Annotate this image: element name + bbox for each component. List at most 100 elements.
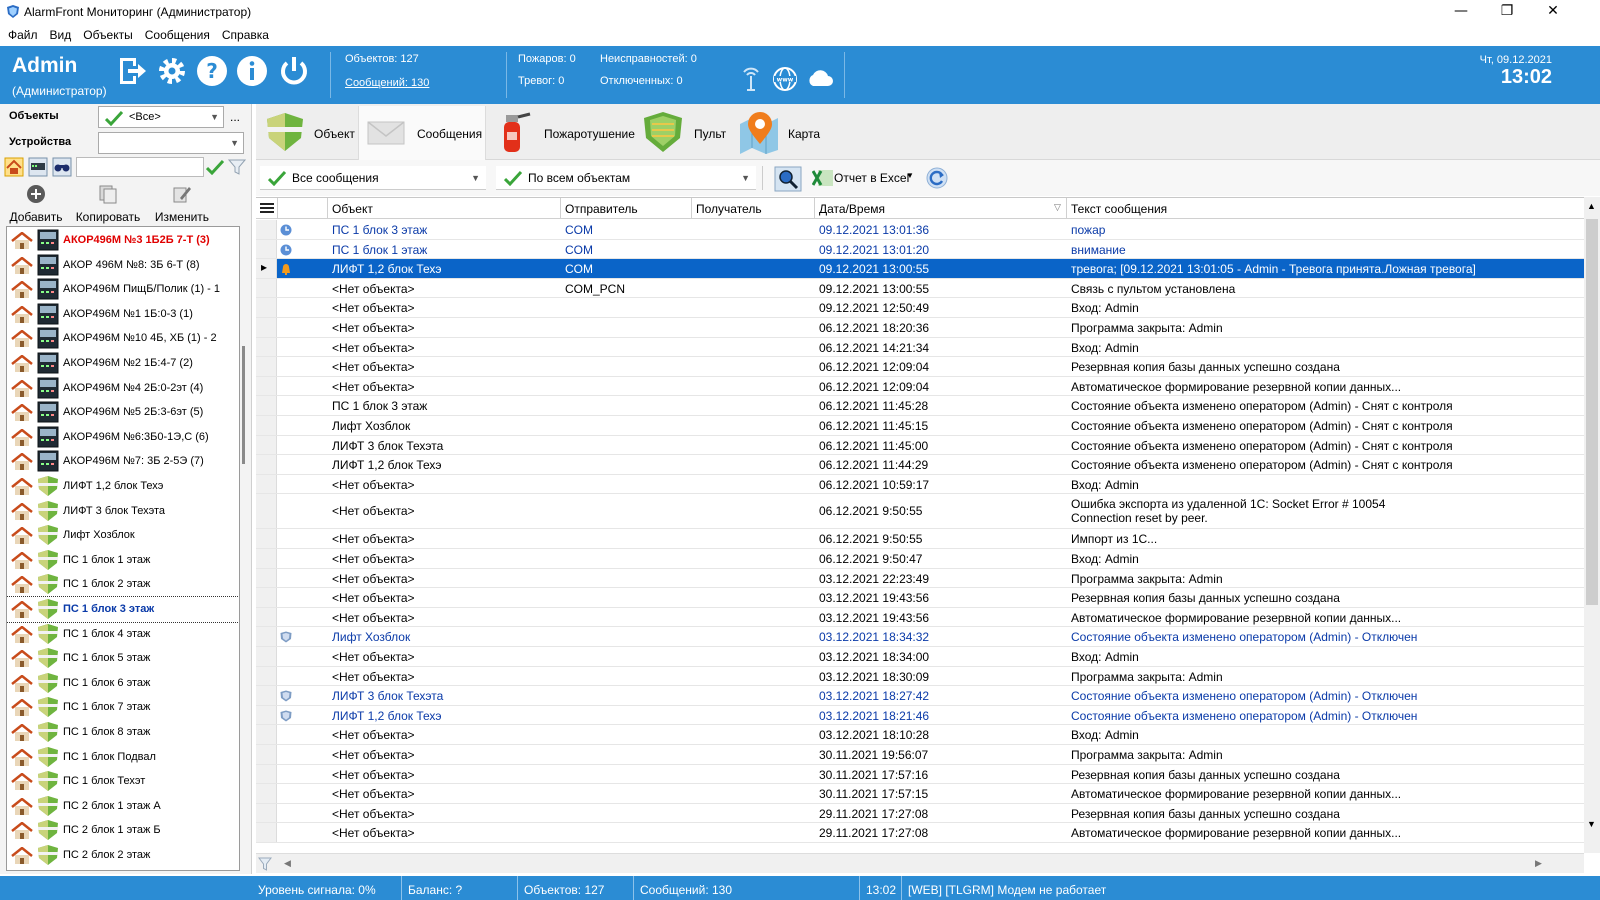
menu-objects[interactable]: Объекты: [75, 24, 137, 42]
tree-item[interactable]: ПС 1 блок Техэт: [7, 769, 239, 794]
edit-button[interactable]: Изменить: [150, 184, 214, 224]
menu-messages[interactable]: Сообщения: [137, 24, 214, 42]
funnel-icon[interactable]: [228, 159, 246, 175]
column-sender[interactable]: Отправитель: [565, 202, 638, 216]
menu-file[interactable]: Файл: [0, 24, 42, 42]
column-chooser-icon[interactable]: [260, 203, 274, 213]
tree-item[interactable]: ЛИФТ 3 блок Техэта: [7, 499, 239, 524]
table-row[interactable]: <Нет объекта> 06.12.2021 10:59:17 Вход: Ad…: [256, 474, 1584, 495]
table-row[interactable]: <Нет объекта> 29.11.2021 17:27:08 Автомати…: [256, 823, 1584, 843]
table-row[interactable]: ▸ ЛИФТ 1,2 блок Техэ COM 09.12.2021 13:00:5…: [256, 259, 1584, 279]
search-icon[interactable]: [774, 166, 802, 192]
column-recipient[interactable]: Получатель: [696, 202, 762, 216]
table-row[interactable]: ПС 1 блок 3 этаж 06.12.2021 11:45:28 Состо…: [256, 396, 1584, 416]
table-row[interactable]: ПС 1 блок 3 этаж COM 09.12.2021 13:01:36 по…: [256, 220, 1584, 240]
scroll-left-icon[interactable]: ◀: [284, 858, 291, 869]
table-row[interactable]: ПС 1 блок 1 этаж COM 09.12.2021 13:01:20 вн…: [256, 239, 1584, 260]
tab-map[interactable]: Карта: [732, 106, 826, 158]
help-icon[interactable]: ?: [196, 54, 228, 88]
column-message-text[interactable]: Текст сообщения: [1071, 202, 1167, 216]
table-row[interactable]: <Нет объекта> 06.12.2021 9:50:47 Вход: Adm…: [256, 549, 1584, 569]
table-row[interactable]: <Нет объекта> 09.12.2021 12:50:49 Вход: Ad…: [256, 298, 1584, 318]
column-datetime[interactable]: Дата/Время: [819, 202, 885, 216]
tree-item[interactable]: ПС 1 блок Подвал: [7, 745, 239, 770]
table-row[interactable]: <Нет объекта> 30.11.2021 17:57:16 Резервна…: [256, 764, 1584, 785]
scroll-thumb[interactable]: [1586, 219, 1598, 605]
table-row[interactable]: <Нет объекта> 30.11.2021 19:56:07 Программ…: [256, 745, 1584, 765]
tree-item[interactable]: ПС 1 блок 8 этаж: [7, 720, 239, 745]
objects-more-button[interactable]: ...: [230, 110, 240, 124]
excel-report-button[interactable]: Отчет в Excel ▼: [808, 166, 916, 190]
tree-search-input[interactable]: [76, 157, 204, 177]
tree-item[interactable]: ПС 2 блок 1 этаж Б: [7, 818, 239, 843]
table-row[interactable]: <Нет объекта> 06.12.2021 14:21:34 Вход: Ad…: [256, 337, 1584, 358]
scroll-up-icon[interactable]: ▲: [1587, 201, 1596, 211]
object-scope-filter[interactable]: По всем объектам ▼: [496, 166, 756, 190]
tab-object[interactable]: Объект: [258, 106, 358, 158]
table-row[interactable]: <Нет объекта> 06.12.2021 12:09:04 Резервна…: [256, 357, 1584, 377]
logout-icon[interactable]: [116, 54, 148, 88]
table-row[interactable]: <Нет объекта> 06.12.2021 12:09:04 Автомати…: [256, 376, 1584, 397]
tree-item[interactable]: АКОР 496М №8: 3Б 6-Т (8): [7, 253, 239, 278]
tree-item[interactable]: АКОР496М №10 4Б, ХБ (1) - 2: [7, 326, 239, 351]
tree-scrollbar[interactable]: [242, 346, 245, 464]
table-row[interactable]: <Нет объекта> 03.12.2021 22:23:49 Программ…: [256, 568, 1584, 589]
tree-item[interactable]: АКОР496М №7: 3Б 2-5Э (7): [7, 449, 239, 474]
table-row[interactable]: Лифт Хозблок 06.12.2021 11:45:15 Состояние…: [256, 416, 1584, 436]
table-row[interactable]: ЛИФТ 1,2 блок Техэ 06.12.2021 11:44:29 Сос…: [256, 455, 1584, 475]
tree-item[interactable]: ПС 2 блок 1 этаж А: [7, 794, 239, 819]
tree-item[interactable]: ПС 1 блок 1 этаж: [7, 548, 239, 573]
copy-button[interactable]: Копировать: [74, 184, 142, 224]
close-button[interactable]: ✕: [1530, 0, 1576, 24]
devices-filter-combo[interactable]: ▼: [98, 132, 244, 154]
tree-item[interactable]: АКОР496М №1 1Б:0-3 (1): [7, 302, 239, 327]
maximize-button[interactable]: ❐: [1484, 0, 1530, 24]
message-type-filter[interactable]: Все сообщения ▼: [260, 166, 486, 190]
table-row[interactable]: <Нет объекта> 06.12.2021 9:50:55 Импорт из…: [256, 529, 1584, 549]
tree-item[interactable]: ПС 1 блок 3 этаж: [7, 596, 239, 623]
table-row[interactable]: <Нет объекта> 06.12.2021 18:20:36 Программ…: [256, 318, 1584, 338]
table-row[interactable]: <Нет объекта> 03.12.2021 18:34:00 Вход: Ad…: [256, 647, 1584, 667]
minimize-button[interactable]: —: [1438, 0, 1484, 24]
tree-item[interactable]: АКОР496М №5 2Б:3-6эт (5): [7, 400, 239, 425]
column-object[interactable]: Объект: [332, 202, 373, 216]
table-row[interactable]: ЛИФТ 3 блок Техэта 03.12.2021 18:27:42 Сос…: [256, 686, 1584, 706]
tree-item[interactable]: ПС 1 блок 5 этаж: [7, 646, 239, 671]
menu-view[interactable]: Вид: [42, 24, 76, 42]
table-row[interactable]: <Нет объекта> 06.12.2021 9:50:55 Ошибка эк…: [256, 494, 1584, 530]
tree-item[interactable]: Лифт Хозблок: [7, 523, 239, 548]
tree-item[interactable]: ПС 1 блок 4 этаж: [7, 622, 239, 647]
gear-icon[interactable]: [156, 54, 188, 88]
tab-fire-extinguishing[interactable]: Пожаротушение: [488, 106, 636, 158]
tree-item[interactable]: АКОР496М №3 1Б2Б 7-Т (3): [7, 228, 239, 253]
table-row[interactable]: <Нет объекта> COM_PCN 09.12.2021 13:00:55 С…: [256, 278, 1584, 299]
device-filter-icon[interactable]: [28, 157, 48, 177]
grid-filter-funnel-icon[interactable]: [258, 857, 272, 871]
table-row[interactable]: ЛИФТ 3 блок Техэта 06.12.2021 11:45:00 Сос…: [256, 435, 1584, 456]
table-row[interactable]: Лифт Хозблок 03.12.2021 18:34:32 Состояние…: [256, 627, 1584, 647]
apply-filter-check-icon[interactable]: [206, 159, 224, 175]
tab-console[interactable]: Пульт: [636, 106, 730, 158]
messages-count-link[interactable]: Сообщений: 130: [345, 77, 429, 89]
menu-help[interactable]: Справка: [214, 24, 273, 42]
house-filter-icon[interactable]: [4, 157, 24, 177]
tree-item[interactable]: АКОР496М №6:3Б0-1Э,С (6): [7, 425, 239, 450]
grid-horizontal-scrollbar[interactable]: ◀ ▶: [256, 853, 1584, 873]
table-row[interactable]: <Нет объекта> 03.12.2021 18:30:09 Программ…: [256, 666, 1584, 687]
binoculars-icon[interactable]: [52, 157, 72, 177]
table-row[interactable]: <Нет объекта> 03.12.2021 19:43:56 Резервна…: [256, 588, 1584, 608]
table-row[interactable]: <Нет объекта> 30.11.2021 17:57:15 Автомати…: [256, 784, 1584, 804]
table-row[interactable]: <Нет объекта> 03.12.2021 18:10:28 Вход: Ad…: [256, 725, 1584, 745]
scroll-right-icon[interactable]: ▶: [1535, 858, 1542, 869]
tree-item[interactable]: АКОР496М ПищБ/Полик (1) - 1: [7, 277, 239, 302]
objects-filter-combo[interactable]: <Все> ▼: [98, 106, 224, 128]
tree-item[interactable]: ПС 1 блок 2 этаж: [7, 572, 239, 597]
scroll-down-icon[interactable]: ▼: [1587, 819, 1596, 829]
grid-vertical-scrollbar[interactable]: ▲ ▼: [1584, 197, 1600, 853]
refresh-icon[interactable]: [926, 167, 948, 189]
tree-item[interactable]: ПС 1 блок 6 этаж: [7, 671, 239, 696]
table-row[interactable]: ЛИФТ 1,2 блок Техэ 03.12.2021 18:21:46 Сос…: [256, 705, 1584, 726]
table-row[interactable]: <Нет объекта> 03.12.2021 19:43:56 Автомати…: [256, 607, 1584, 628]
table-row[interactable]: <Нет объекта> 29.11.2021 17:27:08 Резервна…: [256, 803, 1584, 824]
tree-item[interactable]: ЛИФТ 1,2 блок Техэ: [7, 474, 239, 499]
